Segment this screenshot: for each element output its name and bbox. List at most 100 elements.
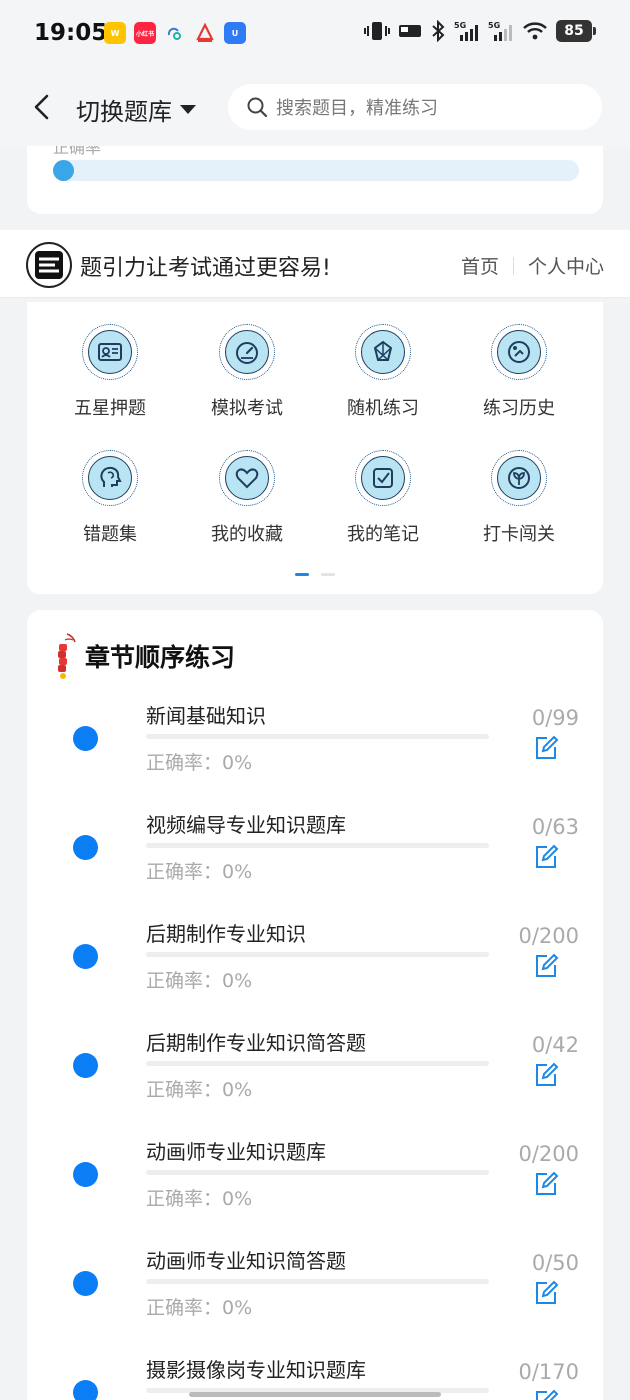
speedometer-icon [225, 330, 269, 374]
func-practice-history[interactable]: 练习历史 [451, 324, 587, 420]
chapter-name: 视频编导专业知识题库 [146, 813, 346, 837]
bed-icon [399, 25, 421, 37]
search-icon [247, 97, 268, 118]
chapter-row[interactable]: 动画师专业知识简答题 正确率：0% 0/50 [27, 1245, 603, 1354]
pager-dot-active[interactable] [295, 573, 309, 576]
svg-text:5G: 5G [488, 21, 500, 30]
battery-tip [593, 27, 596, 35]
func-check-in[interactable]: 打卡闯关 [451, 450, 587, 546]
search-input[interactable]: 搜索题目，精准练习 [228, 84, 602, 130]
chapter-practice-card: 章节顺序练习 新闻基础知识 正确率：0% 0/99 视频编导专业知识题库 正确率… [27, 610, 603, 1400]
banner-nav: 首页 个人中心 [461, 252, 604, 279]
pager-dot[interactable] [321, 573, 335, 576]
battery-indicator: 85 [556, 20, 592, 42]
switch-bank-label: 切换题库 [76, 98, 172, 126]
signal-icon: 5G [454, 21, 478, 41]
func-five-star[interactable]: 五星押题 [42, 324, 178, 420]
nav-profile-link[interactable]: 个人中心 [528, 252, 604, 279]
func-icon-ring [82, 450, 138, 506]
chapter-accuracy: 正确率：0% [146, 970, 253, 992]
chapter-accuracy: 正确率：0% [146, 752, 253, 774]
chapter-name: 后期制作专业知识简答题 [146, 1031, 366, 1055]
accuracy-progress-fill [53, 160, 74, 181]
pin-icon [194, 22, 216, 44]
chapter-status-dot [73, 1162, 98, 1187]
chapter-row[interactable]: 视频编导专业知识题库 正确率：0% 0/63 [27, 809, 603, 918]
nav-home-link[interactable]: 首页 [461, 252, 499, 279]
func-icon-ring [355, 324, 411, 380]
func-icon-ring [355, 450, 411, 506]
chapter-section-header: 章节顺序练习 [53, 632, 235, 680]
chapter-status-dot [73, 1380, 98, 1400]
note-check-icon [361, 456, 405, 500]
chapter-progress-bar [146, 1061, 489, 1066]
func-favorites[interactable]: 我的收藏 [179, 450, 315, 546]
edit-icon[interactable] [532, 843, 560, 871]
chapter-row[interactable]: 动画师专业知识题库 正确率：0% 0/200 [27, 1136, 603, 1245]
brand-banner: 题引力让考试通过更容易! 首页 个人中心 [0, 230, 630, 298]
xiaohongshu-icon: 小红书 [134, 22, 156, 44]
chapter-count: 0/200 [518, 924, 579, 948]
func-label: 模拟考试 [211, 398, 283, 419]
id-card-icon [88, 330, 132, 374]
wifi-icon [523, 22, 547, 40]
edit-icon[interactable] [532, 1170, 560, 1198]
back-arrow-icon [34, 94, 49, 120]
chapter-progress-bar [146, 734, 489, 739]
heart-icon [225, 456, 269, 500]
accuracy-progress-bar [53, 160, 579, 181]
chapter-accuracy: 正确率：0% [146, 1079, 253, 1101]
chapter-count: 0/99 [531, 706, 579, 730]
func-random-practice[interactable]: 随机练习 [315, 324, 451, 420]
accuracy-card: 正确率 [27, 146, 603, 214]
brand-logo-mark [35, 251, 63, 279]
func-label: 随机练习 [347, 398, 419, 419]
home-indicator[interactable] [189, 1392, 441, 1397]
func-icon-ring [219, 450, 275, 506]
signal-icon-2: 5G [488, 21, 512, 41]
sprout-badge-icon [497, 456, 541, 500]
chapter-count: 0/170 [518, 1360, 579, 1384]
func-label: 我的笔记 [347, 524, 419, 545]
status-time: 19:05 [34, 20, 108, 46]
edit-icon[interactable] [532, 1061, 560, 1089]
chapter-count: 0/63 [531, 815, 579, 839]
edit-icon[interactable] [532, 734, 560, 762]
system-icons: 5G 5G 85 [364, 20, 596, 42]
top-header: 切换题库 搜索题目，精准练习 [0, 70, 630, 146]
edit-icon[interactable] [532, 952, 560, 980]
brand-slogan: 题引力让考试通过更容易! [80, 256, 331, 281]
func-label: 错题集 [83, 524, 137, 545]
func-label: 五星押题 [74, 398, 146, 419]
func-wrong-questions[interactable]: 错题集 [42, 450, 178, 546]
chapter-name: 动画师专业知识题库 [146, 1140, 326, 1164]
random-star-icon [361, 330, 405, 374]
back-button[interactable] [26, 90, 56, 124]
cloud-search-icon [164, 22, 186, 44]
func-label: 我的收藏 [211, 524, 283, 545]
switch-bank-dropdown[interactable]: 切换题库 [76, 92, 196, 127]
chapter-progress-bar [146, 1170, 489, 1175]
chapter-name: 动画师专业知识简答题 [146, 1249, 346, 1273]
chapter-row[interactable]: 后期制作专业知识 正确率：0% 0/200 [27, 918, 603, 1027]
search-placeholder: 搜索题目，精准练习 [276, 98, 438, 119]
edit-icon[interactable] [532, 1388, 560, 1400]
chapter-progress-bar [146, 1279, 489, 1284]
edit-icon[interactable] [532, 1279, 560, 1307]
chapter-name: 新闻基础知识 [146, 704, 266, 728]
nav-divider [512, 256, 514, 275]
brand-logo [26, 242, 72, 288]
status-bar: 19:05 W 小红书 U 5G 5G 85 [0, 0, 630, 70]
grid-pager [295, 573, 335, 576]
shield-app-icon: U [224, 22, 246, 44]
chapter-name: 摄影摄像岗专业知识题库 [146, 1358, 366, 1382]
func-notes[interactable]: 我的笔记 [315, 450, 451, 546]
func-icon-ring [82, 324, 138, 380]
chapter-name: 后期制作专业知识 [146, 922, 306, 946]
func-mock-exam[interactable]: 模拟考试 [179, 324, 315, 420]
chapter-row[interactable]: 后期制作专业知识简答题 正确率：0% 0/42 [27, 1027, 603, 1136]
chapter-row[interactable]: 新闻基础知识 正确率：0% 0/99 [27, 700, 603, 809]
chapter-count: 0/200 [518, 1142, 579, 1166]
func-label: 练习历史 [483, 398, 555, 419]
chapter-accuracy: 正确率：0% [146, 1297, 253, 1319]
